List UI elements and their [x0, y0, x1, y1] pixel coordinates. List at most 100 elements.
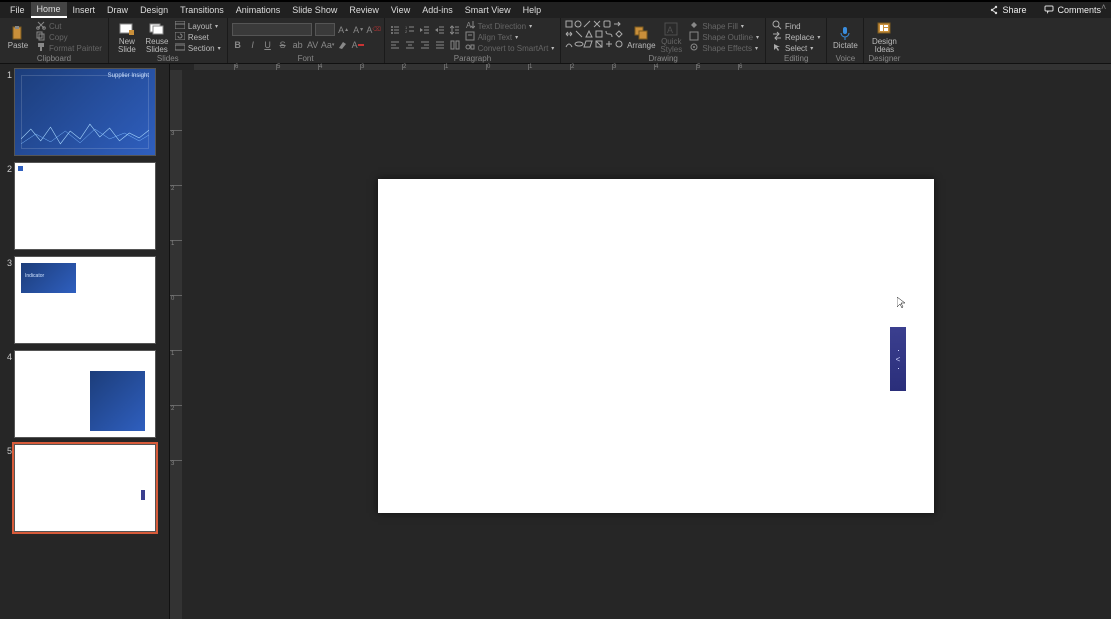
group-slides: New Slide Reuse Slides Layout▾ Reset Sec… [109, 18, 228, 63]
menu-home[interactable]: Home [31, 2, 67, 18]
spacing-button[interactable]: AV [307, 39, 319, 51]
menu-review[interactable]: Review [343, 3, 385, 17]
shadow-button[interactable]: ab [292, 39, 304, 51]
font-name-input[interactable] [232, 23, 312, 36]
thumbnail-4[interactable]: 4 [4, 350, 165, 438]
case-button[interactable]: Aa▾ [322, 39, 334, 51]
drawing-group-label: Drawing [649, 54, 678, 63]
align-left-button[interactable] [389, 39, 401, 51]
format-painter-label: Format Painter [49, 44, 102, 53]
share-button[interactable]: Share [983, 4, 1032, 16]
reuse-slides-icon [149, 21, 165, 37]
copy-button[interactable]: Copy [34, 32, 104, 43]
reset-label: Reset [188, 33, 209, 42]
replace-button[interactable]: Replace▾ [770, 32, 822, 43]
brush-icon [36, 42, 46, 54]
new-slide-button[interactable]: New Slide [113, 20, 141, 54]
share-label: Share [1002, 5, 1026, 15]
effects-icon [689, 42, 699, 54]
group-clipboard: Paste Cut Copy Format Painter Clipboard [0, 18, 109, 63]
find-label: Find [785, 22, 801, 31]
align-text-button[interactable]: Align Text▾ [463, 32, 557, 43]
highlight-button[interactable] [337, 39, 349, 51]
text-direction-button[interactable]: A Text Direction▾ [463, 21, 557, 32]
align-right-button[interactable] [419, 39, 431, 51]
reset-icon [175, 32, 185, 42]
bullets-button[interactable] [389, 24, 401, 36]
paste-label: Paste [8, 42, 28, 50]
comment-icon [1044, 5, 1054, 15]
menu-addins[interactable]: Add-ins [416, 3, 459, 17]
quick-styles-icon: A [663, 21, 679, 37]
menu-animations[interactable]: Animations [230, 3, 287, 17]
quick-styles-label: Quick Styles [660, 38, 682, 54]
menu-draw[interactable]: Draw [101, 3, 134, 17]
dictate-label: Dictate [833, 42, 858, 50]
underline-button[interactable]: U [262, 39, 274, 51]
design-ideas-button[interactable]: Design Ideas [870, 20, 898, 54]
bold-button[interactable]: B [232, 39, 244, 51]
columns-button[interactable] [449, 39, 461, 51]
mouse-cursor-icon [897, 296, 905, 308]
menu-view[interactable]: View [385, 3, 416, 17]
menu-help[interactable]: Help [517, 3, 548, 17]
shape-outline-label: Shape Outline [702, 33, 753, 42]
font-size-input[interactable] [315, 23, 335, 36]
svg-text:A: A [466, 21, 472, 30]
canvas-area[interactable]: 6 5 4 3 2 1 0 1 2 3 4 5 6 < [182, 64, 1111, 619]
layout-button[interactable]: Layout▾ [173, 21, 223, 32]
italic-button[interactable]: I [247, 39, 259, 51]
arrange-button[interactable]: Arrange [627, 20, 655, 54]
thumbnail-1[interactable]: 1 Supplier Insight [4, 68, 165, 156]
dictate-button[interactable]: Dictate [831, 20, 859, 54]
slide-shape-blue-bar[interactable]: < [890, 327, 906, 391]
font-color-button[interactable]: A [352, 39, 364, 51]
select-button[interactable]: Select▾ [770, 43, 822, 54]
format-painter-button[interactable]: Format Painter [34, 43, 104, 54]
reset-button[interactable]: Reset [173, 32, 223, 43]
section-icon [175, 43, 185, 53]
quick-styles-button[interactable]: A Quick Styles [657, 20, 685, 54]
shape-outline-button[interactable]: Shape Outline▾ [687, 32, 761, 43]
shrink-font-button[interactable]: A▼ [353, 24, 365, 36]
thumbnail-pane[interactable]: 1 Supplier Insight 2 3 Indicator 4 5 [0, 64, 170, 619]
thumbnail-number: 3 [4, 256, 12, 268]
reuse-slides-button[interactable]: Reuse Slides [143, 20, 171, 54]
share-icon [989, 5, 999, 15]
grow-font-button[interactable]: A▲ [338, 24, 350, 36]
thumbnail-3[interactable]: 3 Indicator [4, 256, 165, 344]
section-button[interactable]: Section▾ [173, 43, 223, 54]
thumbnail-5[interactable]: 5 [4, 444, 165, 532]
slide-canvas[interactable]: < [378, 179, 934, 513]
clear-format-button[interactable]: A⌫ [368, 24, 380, 36]
menu-design[interactable]: Design [134, 3, 174, 17]
comments-button[interactable]: Comments [1038, 4, 1107, 16]
numbering-button[interactable]: 12 [404, 24, 416, 36]
dec-indent-button[interactable] [419, 24, 431, 36]
menu-insert[interactable]: Insert [67, 3, 102, 17]
justify-button[interactable] [434, 39, 446, 51]
paste-button[interactable]: Paste [4, 20, 32, 54]
align-center-button[interactable] [404, 39, 416, 51]
convert-smartart-button[interactable]: Convert to SmartArt▾ [463, 43, 557, 54]
thumbnail-2[interactable]: 2 [4, 162, 165, 250]
line-spacing-button[interactable] [449, 24, 461, 36]
menu-file[interactable]: File [4, 3, 31, 17]
shape-gallery[interactable] [565, 20, 625, 49]
reuse-slides-label: Reuse Slides [145, 38, 168, 54]
find-button[interactable]: Find [770, 21, 822, 32]
slide-editor: 3 2 1 0 1 2 3 6 5 4 3 2 1 0 1 2 3 4 5 6 [170, 64, 1111, 619]
menu-slideshow[interactable]: Slide Show [286, 3, 343, 17]
cut-button[interactable]: Cut [34, 21, 104, 32]
paste-icon [10, 25, 26, 41]
new-slide-icon [119, 21, 135, 37]
editing-group-label: Editing [784, 54, 808, 63]
inc-indent-button[interactable] [434, 24, 446, 36]
menu-transitions[interactable]: Transitions [174, 3, 230, 17]
menu-smartview[interactable]: Smart View [459, 3, 517, 17]
shape-fill-button[interactable]: Shape Fill▾ [687, 21, 761, 32]
collapse-ribbon-button[interactable]: ˄ [1101, 2, 1111, 12]
replace-label: Replace [785, 33, 814, 42]
strike-button[interactable]: S [277, 39, 289, 51]
shape-effects-button[interactable]: Shape Effects▾ [687, 43, 761, 54]
